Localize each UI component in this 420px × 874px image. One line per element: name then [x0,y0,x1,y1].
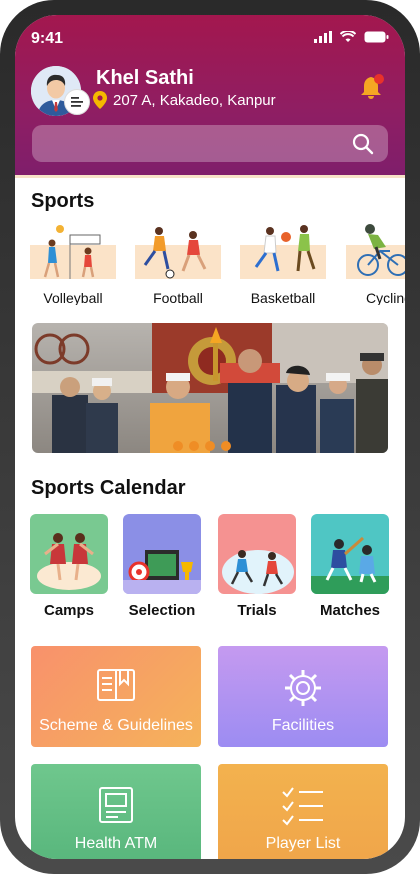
wifi-icon [340,31,356,42]
location[interactable]: 207 A, Kakadeo, Kanpur [93,91,276,109]
scheme-guidelines-card[interactable]: Scheme & Guidelines [31,646,201,747]
location-pin-icon [93,91,107,109]
gear-icon [285,670,321,706]
bell-icon [361,74,384,99]
sport-label: Volleyball [43,290,103,305]
selection-illustration-icon [123,550,201,594]
sport-item-cycling[interactable]: Cycling [346,221,405,305]
calendar-label: Trials [237,602,277,619]
search-icon[interactable] [352,133,374,155]
sport-item-basketball[interactable]: Basketball [240,221,326,305]
trials-illustration-icon [222,550,294,594]
sport-item-volleyball[interactable]: Volleyball [30,221,116,305]
football-illustration-icon [135,227,221,279]
pagination-dot[interactable] [205,441,215,451]
card-label: Health ATM [74,835,158,852]
player-list-card[interactable]: Player List [218,764,388,859]
card-label: Scheme & Guidelines [39,717,193,734]
calendar-label: Camps [43,602,95,619]
calendar-trials[interactable]: Trials [218,514,296,619]
pagination-dot[interactable] [173,441,183,451]
app-title: Khel Sathi [96,67,194,89]
facilities-card[interactable]: Facilities [218,646,388,747]
pagination-dot[interactable] [189,441,199,451]
event-banner[interactable] [32,323,388,453]
camps-illustration-icon [37,533,101,590]
book-icon [97,669,135,701]
calendar-selection[interactable]: Selection [123,514,201,619]
selection-tile [123,514,201,594]
ceremony-photo-icon [32,323,388,453]
calendar-label: Matches [319,602,381,619]
sport-label: Basketball [250,290,316,305]
volleyball-illustration-icon [30,225,116,279]
battery-icon [364,31,389,43]
sport-item-football[interactable]: Football [135,221,221,305]
status-icons [314,31,389,43]
atm-icon [99,787,133,823]
trials-tile [218,514,296,594]
calendar-section-title: Sports Calendar [31,477,186,499]
notification-button[interactable] [359,73,387,106]
checklist-icon [282,787,323,826]
sports-carousel[interactable]: Volleyball Football Basketball Cyclin [30,221,405,305]
search-bar[interactable] [32,125,388,162]
matches-illustration-icon [311,536,389,594]
app-screen: 9:41 Khel Sathi 207 A, Kakadeo, Kanpur S… [15,15,405,859]
basketball-illustration-icon [240,225,326,279]
signal-icon [314,31,332,43]
menu-lines-icon [71,97,83,107]
app-header: 9:41 Khel Sathi 207 A, Kakadeo, Kanpur [15,15,405,178]
health-atm-card[interactable]: Health ATM [31,764,201,859]
calendar-matches[interactable]: Matches [311,514,389,619]
sport-label: Cycling [366,290,405,305]
calendar-label: Selection [128,602,196,619]
banner-pagination[interactable] [173,441,231,451]
status-time: 9:41 [31,30,64,47]
sport-label: Football [153,290,203,305]
card-label: Facilities [271,717,335,734]
pagination-dot[interactable] [221,441,231,451]
phone-frame: 9:41 Khel Sathi 207 A, Kakadeo, Kanpur S… [0,0,420,874]
cycling-illustration-icon [346,224,405,279]
calendar-camps[interactable]: Camps [30,514,108,619]
sports-section-title: Sports [31,190,95,212]
matches-tile [311,514,389,594]
location-text: 207 A, Kakadeo, Kanpur [113,91,276,109]
card-label: Player List [265,835,341,852]
camps-tile [30,514,108,594]
menu-button[interactable] [64,89,90,115]
